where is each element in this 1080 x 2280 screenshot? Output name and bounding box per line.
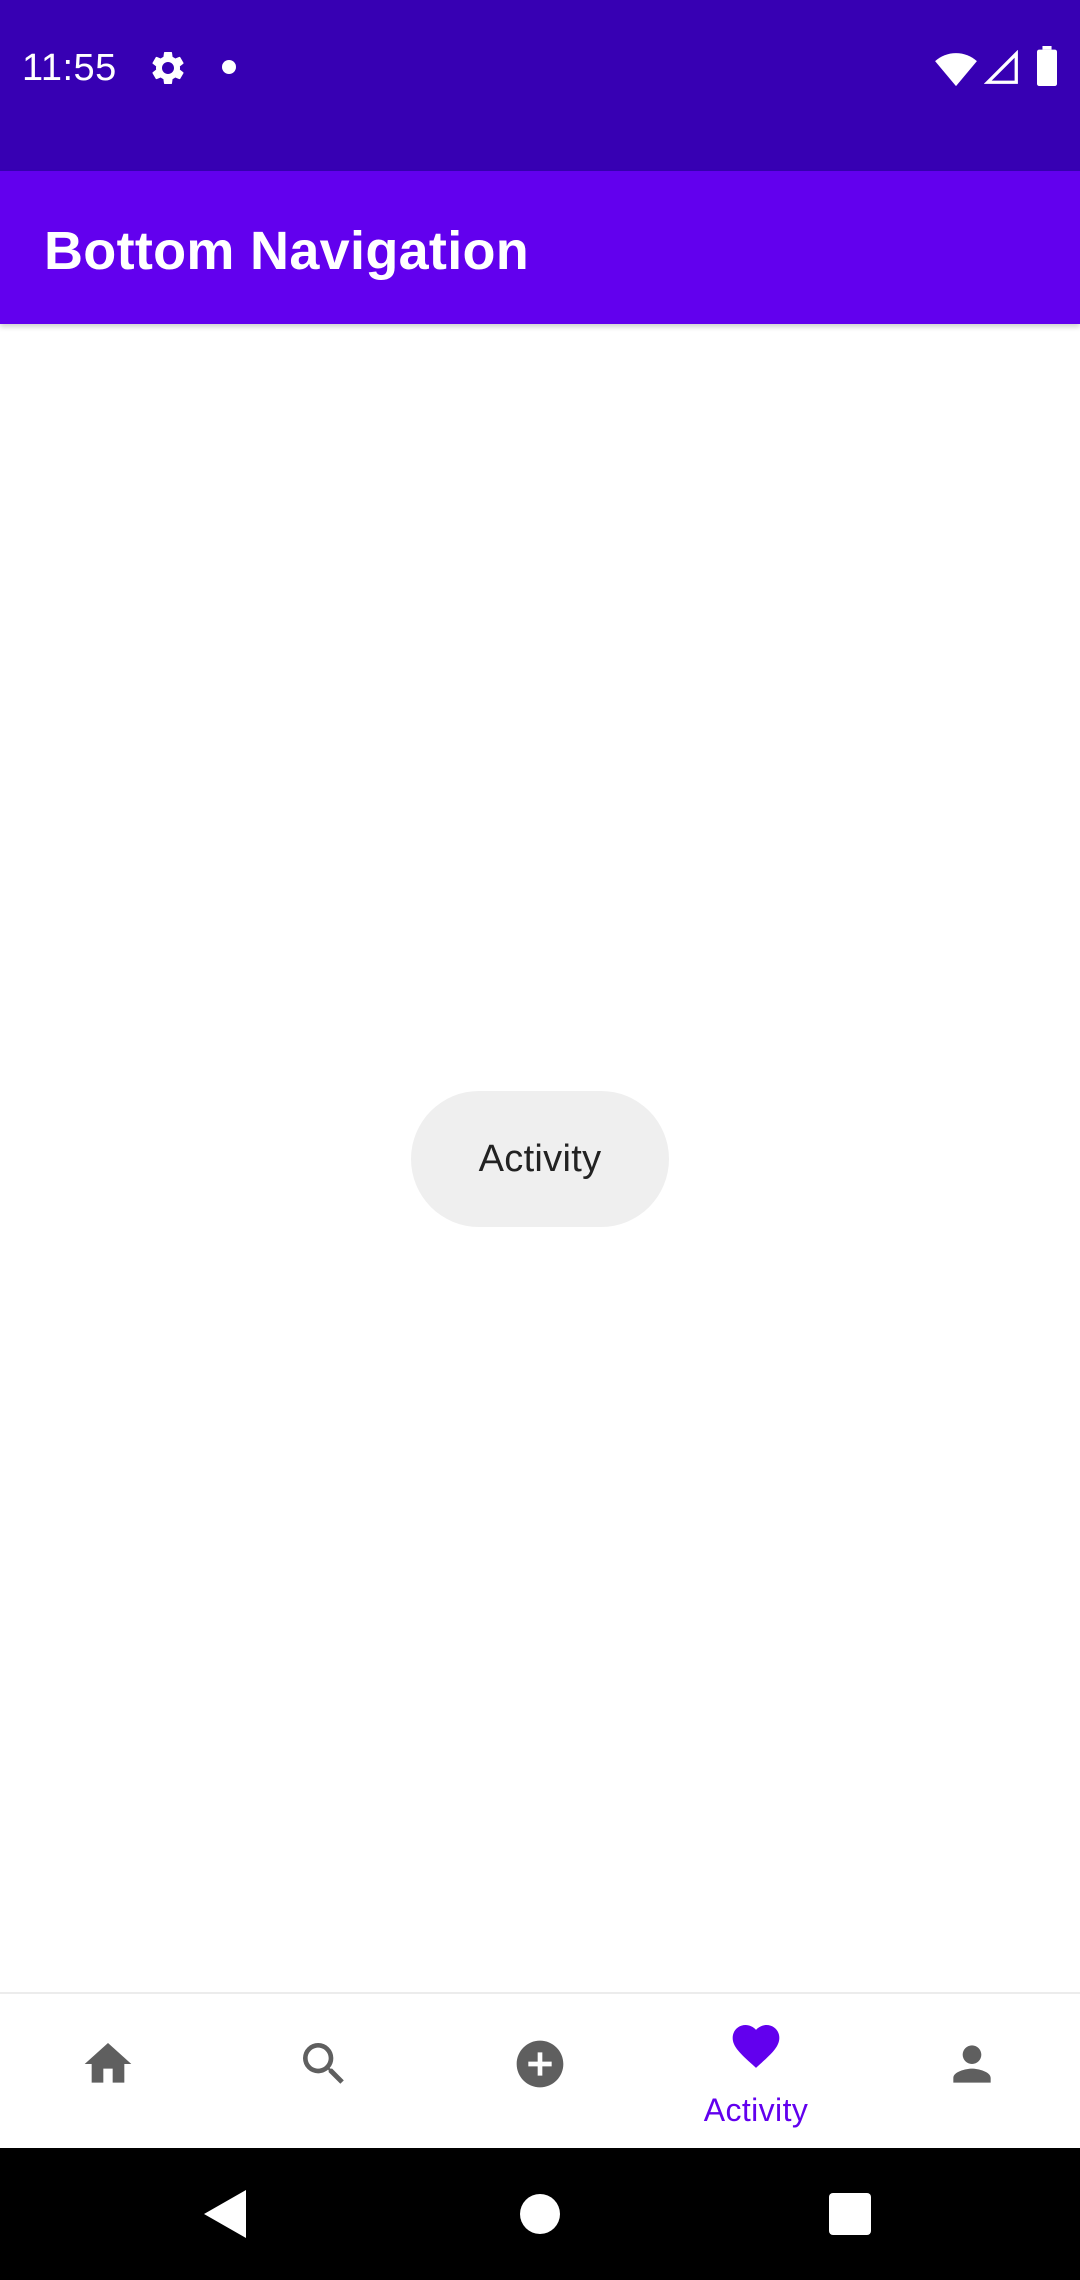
search-icon — [303, 2043, 344, 2084]
signal-icon — [984, 50, 1018, 84]
app-title: Bottom Navigation — [44, 221, 530, 281]
gear-icon — [152, 51, 184, 84]
nav-label-activity: Activity — [703, 2092, 809, 2128]
home-icon — [84, 2043, 132, 2083]
nav-item-add[interactable] — [432, 1994, 648, 2148]
nav-item-search[interactable] — [216, 1994, 432, 2148]
status-bar: 11:55 — [0, 0, 1080, 171]
add-circle-icon — [516, 2040, 564, 2088]
nav-item-home[interactable] — [0, 1994, 216, 2148]
app-bar: Bottom Navigation — [0, 171, 1080, 324]
heart-icon — [732, 2025, 780, 2068]
nav-item-activity[interactable]: Activity — [648, 1994, 864, 2148]
person-icon — [953, 2045, 991, 2083]
content-area: Activity — [0, 324, 1080, 1992]
battery-icon — [1037, 46, 1057, 86]
system-navigation-bar — [0, 2148, 1080, 2280]
bottom-navigation: Activity — [0, 1992, 1080, 2148]
status-time: 11:55 — [22, 47, 117, 89]
notification-dot-icon — [222, 60, 236, 74]
activity-label-chip: Activity — [411, 1091, 669, 1227]
wifi-icon — [935, 53, 977, 87]
nav-item-profile[interactable] — [864, 1994, 1080, 2148]
home-circle-icon[interactable] — [520, 2194, 560, 2234]
recents-icon[interactable] — [829, 2193, 871, 2235]
back-icon[interactable] — [202, 2188, 250, 2240]
